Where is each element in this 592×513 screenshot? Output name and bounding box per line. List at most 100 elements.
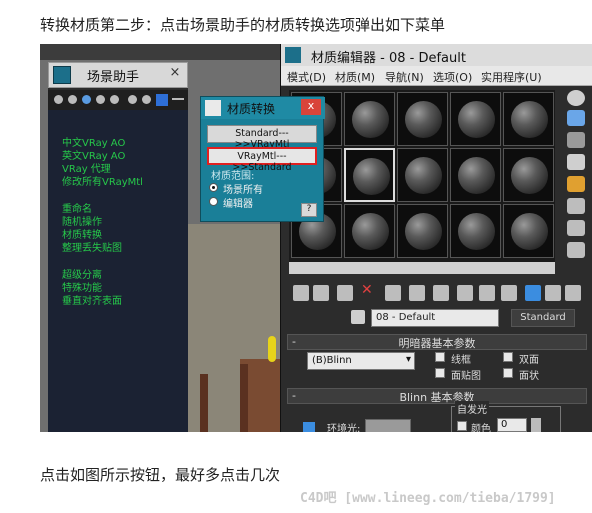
app-logo-icon — [205, 100, 221, 116]
sphere-icon — [511, 157, 548, 194]
close-button[interactable]: x — [301, 99, 321, 115]
material-slot[interactable] — [503, 92, 554, 146]
two-sided-checkbox[interactable] — [503, 352, 513, 362]
self-illum-value-field[interactable]: 0 — [497, 418, 527, 432]
circle-icon[interactable] — [54, 95, 63, 104]
options-icon[interactable] — [567, 220, 585, 236]
sphere-icon — [405, 101, 442, 138]
scene-assistant-title: 场景助手 — [87, 70, 140, 85]
sphere-icon — [405, 157, 442, 194]
material-slot-active[interactable] — [344, 148, 395, 202]
material-slot[interactable] — [344, 92, 395, 146]
put-to-library-icon[interactable] — [433, 285, 449, 301]
dialog-titlebar[interactable]: 材质转换 x — [201, 97, 325, 119]
wireframe-label: 线框 — [451, 355, 471, 366]
material-editor-window: 材质编辑器 - 08 - Default 模式(D) 材质(M) 导航(N) 选… — [280, 44, 592, 432]
help-button[interactable]: ? — [301, 203, 317, 217]
menu-options[interactable]: 选项(O) — [433, 69, 472, 85]
shader-dropdown[interactable]: (B)Blinn ▾ — [307, 352, 415, 370]
assign-material-icon[interactable] — [337, 285, 353, 301]
slots-scrollbar[interactable] — [289, 262, 555, 274]
list-item[interactable]: 整理丢失贴图 — [62, 239, 122, 254]
material-slot[interactable] — [450, 148, 501, 202]
material-slots — [289, 90, 555, 262]
menu-mode[interactable]: 模式(D) — [287, 69, 326, 85]
make-unique-icon[interactable] — [409, 285, 425, 301]
material-id-icon[interactable] — [457, 285, 473, 301]
wrench-icon[interactable] — [156, 94, 168, 106]
rollout-title: 明暗器基本参数 — [398, 337, 476, 350]
app-logo-icon — [285, 47, 301, 63]
sphere-icon — [511, 101, 548, 138]
material-slot[interactable] — [397, 148, 448, 202]
go-forward-icon[interactable] — [545, 285, 561, 301]
face-map-label: 面贴图 — [451, 371, 481, 382]
material-slot[interactable] — [450, 204, 501, 258]
circle-icon[interactable] — [142, 95, 151, 104]
scene-assistant-toolbar — [48, 90, 188, 110]
go-sibling-icon[interactable] — [565, 285, 581, 301]
background-icon[interactable] — [567, 132, 585, 148]
copy-material-icon[interactable] — [385, 285, 401, 301]
show-map-icon[interactable] — [479, 285, 495, 301]
scope-editor-radio[interactable] — [209, 197, 218, 206]
material-convert-dialog: 材质转换 x Standard--->>VRayMtl VRayMtl--->>… — [200, 96, 325, 222]
face-map-checkbox[interactable] — [435, 368, 445, 378]
menu-utilities[interactable]: 实用程序(U) — [481, 69, 542, 85]
material-name-row: 08 - Default Standard — [281, 306, 592, 330]
sample-type-icon[interactable] — [567, 90, 585, 106]
scene-assistant-titlebar[interactable]: 场景助手 × — [48, 62, 188, 88]
put-to-scene-icon[interactable] — [313, 285, 329, 301]
show-end-result-icon[interactable] — [501, 285, 517, 301]
menu-navigation[interactable]: 导航(N) — [385, 69, 424, 85]
lock-icon[interactable] — [303, 422, 315, 432]
video-color-icon[interactable] — [567, 176, 585, 192]
sphere-icon — [458, 101, 495, 138]
color-checkbox[interactable] — [457, 421, 467, 431]
material-slot[interactable] — [450, 92, 501, 146]
scope-scene-radio[interactable] — [209, 183, 218, 192]
close-icon[interactable]: × — [165, 65, 185, 83]
minimize-icon[interactable] — [172, 98, 184, 100]
material-editor-titlebar[interactable]: 材质编辑器 - 08 - Default — [281, 44, 592, 66]
screenshot: 场景助手 × 中文VRay AO 英文VRay AO VRay 代理 修改所有V… — [40, 44, 592, 432]
material-slot[interactable] — [503, 204, 554, 258]
collapse-icon: - — [292, 335, 296, 348]
eyedropper-icon[interactable] — [351, 310, 365, 324]
shader-value: (B)Blinn — [312, 355, 352, 366]
range-label: 材质范围: — [211, 171, 255, 182]
spinner-icon[interactable] — [531, 418, 541, 432]
material-slot[interactable] — [503, 148, 554, 202]
material-slot[interactable] — [397, 204, 448, 258]
wireframe-checkbox[interactable] — [435, 352, 445, 362]
blinn-basic-params-rollout[interactable]: - Blinn 基本参数 — [287, 388, 587, 404]
circle-icon[interactable] — [128, 95, 137, 104]
make-preview-icon[interactable] — [567, 198, 585, 214]
menu-bar: 模式(D) 材质(M) 导航(N) 选项(O) 实用程序(U) — [281, 66, 592, 86]
select-by-material-icon[interactable] — [567, 242, 585, 258]
ambient-color-swatch[interactable] — [365, 419, 411, 432]
convert-vray-to-standard-button[interactable]: VRayMtl--->>Standard — [207, 147, 317, 173]
material-name-field[interactable]: 08 - Default — [371, 309, 499, 327]
chevron-down-icon: ▾ — [405, 354, 411, 365]
material-slot[interactable] — [397, 92, 448, 146]
material-toolbar: ✕ — [289, 282, 589, 304]
convert-standard-to-vray-button[interactable]: Standard--->>VRayMtl — [207, 125, 317, 150]
menu-material[interactable]: 材质(M) — [335, 69, 375, 85]
go-to-parent-icon[interactable] — [525, 285, 541, 301]
circle-icon[interactable] — [110, 95, 119, 104]
delete-icon[interactable]: ✕ — [361, 282, 377, 298]
list-item[interactable]: 修改所有VRayMtl — [62, 173, 143, 188]
circle-icon[interactable] — [68, 95, 77, 104]
uv-tiling-icon[interactable] — [567, 154, 585, 170]
pin-icon[interactable] — [82, 95, 91, 104]
material-slot[interactable] — [344, 204, 395, 258]
sphere-icon — [353, 158, 390, 195]
faceted-checkbox[interactable] — [503, 368, 513, 378]
material-type-button[interactable]: Standard — [511, 309, 575, 327]
shader-basic-params-rollout[interactable]: - 明暗器基本参数 — [287, 334, 587, 350]
circle-icon[interactable] — [96, 95, 105, 104]
backlight-icon[interactable] — [567, 110, 585, 126]
get-material-icon[interactable] — [293, 285, 309, 301]
list-item[interactable]: 垂直对齐表面 — [62, 292, 122, 307]
